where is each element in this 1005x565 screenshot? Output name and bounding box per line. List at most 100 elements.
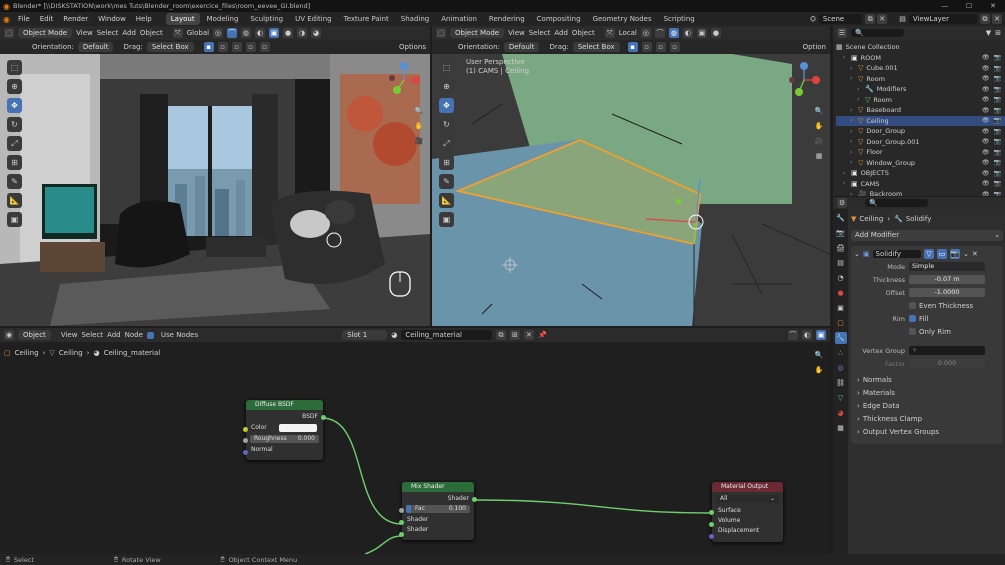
snap-icon[interactable]: ⌒ xyxy=(788,330,798,340)
outliner-row-window-group[interactable]: › ▽ Window_Group 👁 📷 xyxy=(836,158,1005,169)
select-mode-invert-icon[interactable]: ▫ xyxy=(669,42,680,52)
transform-tool-icon[interactable]: ⊞ xyxy=(7,155,22,170)
zoom-icon[interactable]: 🔍 xyxy=(413,105,425,117)
menu-object[interactable]: Object xyxy=(572,29,595,37)
diffuse-node-title[interactable]: Diffuse BSDF xyxy=(246,400,323,410)
material-new-icon[interactable]: ⊞ xyxy=(509,330,520,340)
scale-tool-icon[interactable]: ⤢ xyxy=(439,136,454,151)
panel-edge-data[interactable]: › Edge Data xyxy=(851,399,1003,412)
blender-menu-icon[interactable]: ◉ xyxy=(3,15,10,24)
menu-view[interactable]: View xyxy=(508,29,525,37)
visibility-eye-icon[interactable]: 👁 xyxy=(982,96,990,103)
modifier-name-field[interactable]: Solidify xyxy=(872,250,921,258)
factor-field[interactable]: 0.000 xyxy=(909,359,985,368)
shader-editor-canvas[interactable]: ▢ Ceiling › ▽ Ceiling › ◕ Ceiling_materi… xyxy=(0,342,830,554)
scale-tool-icon[interactable]: ⤢ xyxy=(7,136,22,151)
menu-select[interactable]: Select xyxy=(529,29,551,37)
navigation-gizmo[interactable] xyxy=(784,60,824,100)
cursor-tool-icon[interactable]: ⊕ xyxy=(7,79,22,94)
snap-icon[interactable]: ⌒ xyxy=(654,28,665,38)
drag-dropdown[interactable]: Select Box xyxy=(572,42,620,52)
mix-shader-node[interactable]: Mix Shader Shader Fac 0.100 Shader Shade… xyxy=(399,482,477,540)
expand-toggle-icon[interactable]: › xyxy=(850,138,858,145)
select-mode-new-icon[interactable]: ▪ xyxy=(203,42,214,52)
minimize-button[interactable]: — xyxy=(933,2,957,10)
outliner-row-scene-collection[interactable]: ▦ Scene Collection xyxy=(836,42,1005,53)
scene-name[interactable]: Scene xyxy=(818,14,863,24)
edit-mode-toggle-icon[interactable]: ▽ xyxy=(924,249,934,259)
new-collection-icon[interactable]: ⊞ xyxy=(995,29,1001,37)
displacement-input-socket[interactable] xyxy=(709,534,714,539)
navigation-gizmo[interactable] xyxy=(384,60,424,100)
outliner-row-door-group-001[interactable]: › ▽ Door_Group.001 👁 📷 xyxy=(836,137,1005,148)
output-tab-icon[interactable]: 🖨 xyxy=(835,242,847,254)
roughness-field[interactable]: Roughness 0.000 xyxy=(250,435,319,443)
surface-input-socket[interactable] xyxy=(709,510,714,515)
move-tool-icon[interactable]: ✥ xyxy=(439,98,454,113)
select-mode-subtract-icon[interactable]: ▫ xyxy=(655,42,666,52)
visibility-eye-icon[interactable]: 👁 xyxy=(982,170,990,177)
volume-input-socket[interactable] xyxy=(709,522,714,527)
visibility-eye-icon[interactable]: 👁 xyxy=(982,86,990,93)
orientation-dropdown[interactable]: Default xyxy=(77,42,114,52)
xray-icon[interactable]: ▣ xyxy=(269,28,280,38)
select-mode-new-icon[interactable]: ▪ xyxy=(627,42,638,52)
render-toggle-icon[interactable]: 📷 xyxy=(994,107,1001,114)
zoom-icon[interactable]: 🔍 xyxy=(813,105,825,117)
shader-input-2-socket[interactable] xyxy=(399,532,404,537)
view-layer-name[interactable]: ViewLayer xyxy=(908,14,977,24)
tab-layout[interactable]: Layout xyxy=(165,13,200,25)
outliner-row-cams[interactable]: › ▣ CAMS 👁 📷 xyxy=(836,179,1005,190)
expand-toggle-icon[interactable]: › xyxy=(850,107,858,114)
camera-view-icon[interactable]: 🎥 xyxy=(813,135,825,147)
visibility-eye-icon[interactable]: 👁 xyxy=(982,159,990,166)
modifier-menu-icon[interactable]: ⌄ xyxy=(963,250,969,258)
rendered-room-view[interactable] xyxy=(0,54,430,326)
visibility-eye-icon[interactable]: 👁 xyxy=(982,191,990,196)
roughness-input-socket[interactable] xyxy=(243,438,248,443)
modifier-delete-icon[interactable]: ✕ xyxy=(972,250,978,258)
menu-select[interactable]: Select xyxy=(97,29,119,37)
move-tool-icon[interactable]: ✥ xyxy=(7,98,22,113)
texture-tab-icon[interactable]: ▦ xyxy=(835,422,847,434)
visibility-eye-icon[interactable]: 👁 xyxy=(982,75,990,82)
viewport-toggle-icon[interactable]: ▭ xyxy=(937,249,947,259)
editor-type-icon[interactable]: ⬚ xyxy=(436,28,446,38)
options-dropdown[interactable]: Option xyxy=(803,43,826,51)
diffuse-bsdf-node[interactable]: Diffuse BSDF BSDF Color Roughness 0.000 … xyxy=(243,400,326,460)
panel-materials[interactable]: › Materials xyxy=(851,386,1003,399)
view-layer-new-icon[interactable]: ⧉ xyxy=(980,14,990,24)
physics-tab-icon[interactable]: ◎ xyxy=(835,362,847,374)
particles-tab-icon[interactable]: ∴ xyxy=(835,347,847,359)
expand-toggle-icon[interactable]: › xyxy=(857,86,865,93)
overlay-icon[interactable]: ◐ xyxy=(255,28,266,38)
annotate-tool-icon[interactable]: ✎ xyxy=(439,174,454,189)
transform-dropdown[interactable]: Local xyxy=(619,29,637,37)
mix-node-title[interactable]: Mix Shader xyxy=(402,482,474,492)
tab-shading[interactable]: Shading xyxy=(396,13,434,25)
tab-uv-editing[interactable]: UV Editing xyxy=(290,13,337,25)
drag-dropdown[interactable]: Select Box xyxy=(146,42,194,52)
transform-orientation-icon[interactable]: ⤧ xyxy=(172,28,183,38)
material-unlink-icon[interactable]: ✕ xyxy=(523,330,534,340)
render-toggle-icon[interactable]: 📷 xyxy=(994,54,1001,61)
render-toggle-icon[interactable]: 📷 xyxy=(994,149,1001,156)
expand-toggle-icon[interactable]: › xyxy=(850,149,858,156)
menu-object[interactable]: Object xyxy=(140,29,163,37)
mode-dropdown[interactable]: Object Mode xyxy=(450,28,505,38)
thickness-field[interactable]: -0.07 m xyxy=(909,275,985,284)
cursor-tool-icon[interactable]: ⊕ xyxy=(439,79,454,94)
mode-dropdown[interactable]: Object Mode xyxy=(18,28,73,38)
pivot-icon[interactable]: ◎ xyxy=(213,28,224,38)
tab-texture-paint[interactable]: Texture Paint xyxy=(339,13,394,25)
editor-type-icon[interactable]: ⬚ xyxy=(4,28,14,38)
backdrop-icon[interactable]: ▣ xyxy=(816,330,826,340)
menu-view[interactable]: View xyxy=(61,331,78,339)
menu-render[interactable]: Render xyxy=(58,15,93,23)
menu-edit[interactable]: Edit xyxy=(35,15,59,23)
render-toggle-icon[interactable]: 📷 xyxy=(994,159,1001,166)
outliner-row-room[interactable]: › ▽ Room 👁 📷 xyxy=(836,95,1005,106)
visibility-eye-icon[interactable]: 👁 xyxy=(982,138,990,145)
only-rim-checkbox[interactable] xyxy=(909,328,916,335)
render-toggle-icon[interactable]: 📷 xyxy=(994,86,1001,93)
